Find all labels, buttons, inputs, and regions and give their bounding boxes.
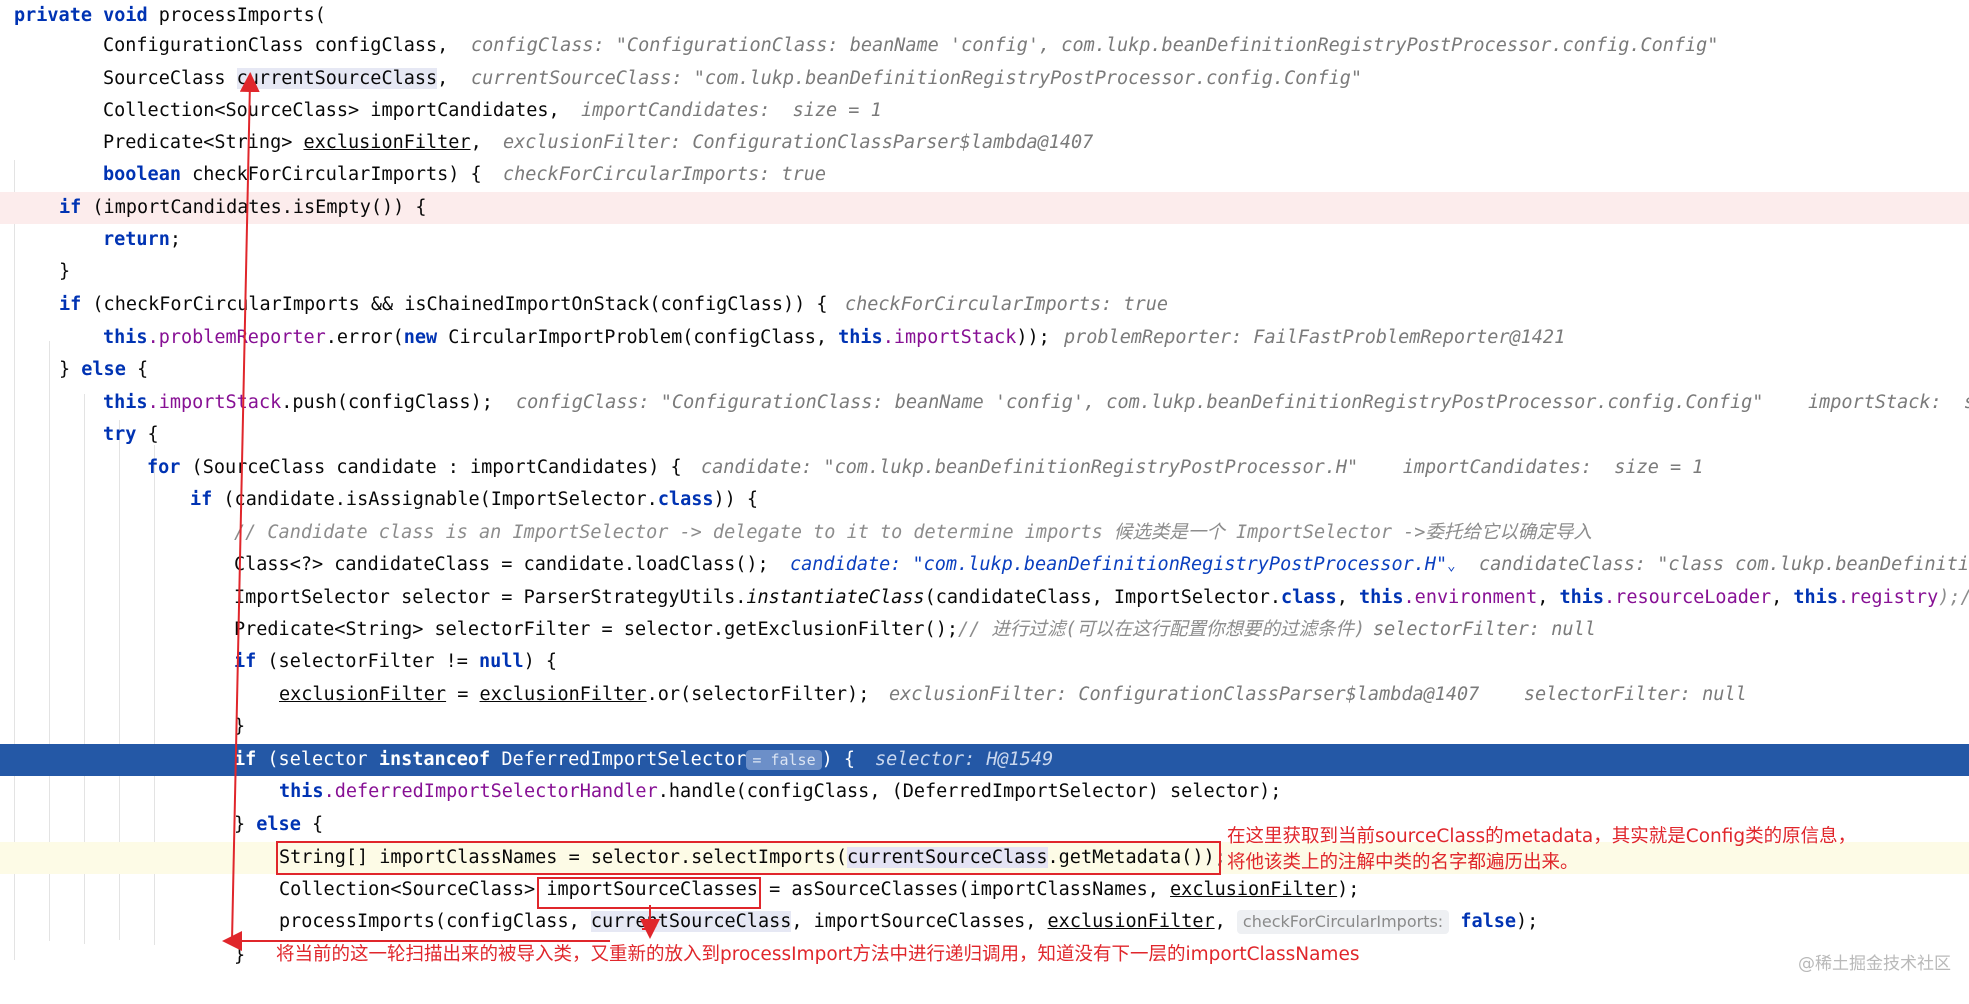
watermark: @稀土掘金技术社区: [1798, 954, 1951, 974]
annotation-note-metadata: 在这里获取到当前sourceClass的metadata，其实就是Config类…: [1227, 824, 1856, 876]
arrow-up-to-parameter: [231, 72, 260, 942]
annotation-line: 将他该类上的注解中类的名字都遍历出来。: [1227, 852, 1579, 873]
annotation-note-recursion: 将当前的这一轮扫描出来的被导入类，又重新的放入到processImport方法中…: [276, 944, 1360, 965]
annotation-line: 在这里获取到当前sourceClass的metadata，其实就是Config类…: [1227, 826, 1857, 847]
code-editor[interactable]: { "editor": { "lines": { "l0": {"kw1":"p…: [0, 0, 1969, 980]
